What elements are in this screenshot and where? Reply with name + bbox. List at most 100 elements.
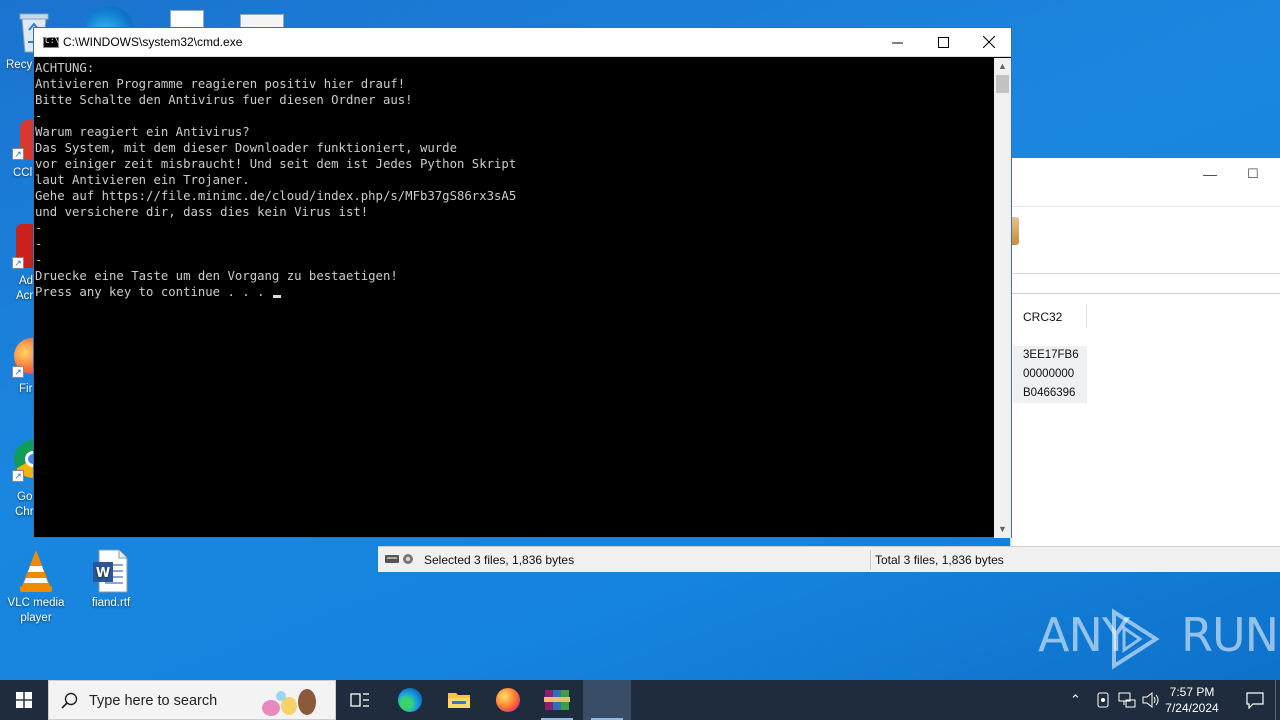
clock-time: 7:57 PM bbox=[1169, 685, 1215, 699]
desktop-icon-document-1[interactable] bbox=[170, 10, 204, 28]
cmd-app-icon[interactable] bbox=[43, 36, 59, 48]
desktop-icon-label-chrome-1: Go bbox=[17, 491, 33, 503]
winrar-icon bbox=[544, 690, 570, 710]
desktop-icon-document-2[interactable] bbox=[240, 14, 284, 28]
cmd-window[interactable]: C:\WINDOWS\system32\cmd.exe ACHTUNG: Anti… bbox=[33, 27, 1012, 538]
edge-icon bbox=[86, 6, 134, 28]
console-line: Warum reagiert ein Antivirus? bbox=[35, 125, 250, 139]
start-button[interactable] bbox=[0, 680, 48, 720]
action-center-device-icon[interactable] bbox=[1096, 692, 1110, 708]
minimize-icon bbox=[891, 42, 903, 43]
desktop-icon-vlc[interactable]: VLC media player bbox=[0, 548, 72, 626]
console-line: Press any key to continue . . . bbox=[35, 285, 272, 299]
search-icon bbox=[61, 692, 78, 709]
svg-text:W: W bbox=[96, 566, 110, 581]
console-prompt-line: Press any key to continue . . . bbox=[35, 284, 994, 300]
desktop-icon-label-chrome-2: Chr bbox=[15, 506, 34, 518]
list-item[interactable]: B0466396 bbox=[1013, 384, 1087, 403]
desktop-icon-label-acrobat-2: Acr bbox=[16, 290, 34, 302]
network-icon[interactable] bbox=[1118, 692, 1136, 708]
console-line: Das System, mit dem dieser Downloader fu… bbox=[35, 141, 457, 155]
shortcut-arrow-icon: ↗ bbox=[12, 366, 24, 378]
file-list: 3EE17FB6 00000000 B0466396 bbox=[1013, 346, 1087, 403]
anyrun-watermark: ANY RUN bbox=[1038, 608, 1279, 670]
show-hidden-icons-chevron-icon[interactable]: ⌃ bbox=[1070, 692, 1081, 708]
console-line: Antivieren Programme reagieren positiv h… bbox=[35, 77, 406, 91]
shortcut-arrow-icon: ↗ bbox=[12, 470, 24, 482]
show-desktop-button[interactable] bbox=[1275, 680, 1280, 720]
taskbar-search-box[interactable]: Type here to search bbox=[48, 680, 336, 720]
task-view-icon bbox=[350, 693, 369, 707]
windows-logo-icon bbox=[16, 692, 32, 708]
maximize-button[interactable] bbox=[920, 28, 966, 56]
archive-status-bar: Selected 3 files, 1,836 bytes Total 3 fi… bbox=[378, 546, 1280, 572]
console-line: Gehe auf https://file.minimc.de/cloud/in… bbox=[35, 189, 517, 203]
minimize-button[interactable] bbox=[874, 28, 920, 56]
list-item[interactable]: 00000000 bbox=[1013, 365, 1087, 384]
clock-date: 7/24/2024 bbox=[1165, 701, 1219, 715]
taskbar-cmd[interactable] bbox=[583, 680, 631, 720]
console-line: vor einiger zeit misbraucht! Und seit de… bbox=[35, 157, 517, 171]
console-line: - bbox=[35, 237, 43, 251]
taskbar-firefox[interactable] bbox=[484, 680, 532, 720]
console-line: - bbox=[35, 109, 43, 123]
play-logo-icon bbox=[1112, 608, 1160, 670]
console-line: - bbox=[35, 221, 43, 235]
scrollbar-thumb[interactable] bbox=[996, 75, 1009, 93]
firefox-icon bbox=[496, 688, 520, 712]
cmd-window-title: C:\WINDOWS\system32\cmd.exe bbox=[63, 35, 243, 49]
minimize-icon[interactable]: — bbox=[1203, 166, 1217, 182]
desktop-icon-label-recycle-bin: Recy bbox=[6, 59, 33, 71]
status-total: Total 3 files, 1,836 bytes bbox=[875, 553, 1004, 567]
shortcut-arrow-icon: ↗ bbox=[12, 148, 24, 160]
console-output[interactable]: ACHTUNG: Antivieren Programme reagieren p… bbox=[34, 58, 994, 538]
console-line: Druecke eine Taste um den Vorgang zu bes… bbox=[35, 269, 398, 283]
text-cursor bbox=[272, 295, 281, 298]
desktop-icon-label-acrobat-1: Ad bbox=[19, 275, 34, 287]
edge-icon bbox=[398, 688, 422, 712]
taskbar-clock[interactable]: 7:57 PM 7/24/2024 bbox=[1162, 684, 1222, 716]
console-line: - bbox=[35, 253, 43, 267]
console-line: und versichere dir, dass dies kein Virus… bbox=[35, 205, 369, 219]
scroll-up-arrow-icon[interactable]: ▲ bbox=[994, 58, 1011, 75]
shortcut-arrow-icon: ↗ bbox=[12, 257, 24, 269]
console-line: ACHTUNG: bbox=[35, 61, 95, 75]
cmd-titlebar[interactable]: C:\WINDOWS\system32\cmd.exe bbox=[34, 28, 1011, 57]
taskbar: Type here to search ⌃ 7:57 PM 7/24/2024 bbox=[0, 680, 1280, 720]
taskbar-edge[interactable] bbox=[386, 680, 434, 720]
folder-icon bbox=[448, 693, 470, 708]
status-selected: Selected 3 files, 1,836 bytes bbox=[424, 553, 575, 567]
toolbar-tool-icon[interactable] bbox=[1011, 217, 1019, 245]
archive-window-titlebar[interactable]: — ☐ bbox=[1011, 158, 1280, 206]
list-item[interactable]: 3EE17FB6 bbox=[1013, 346, 1087, 365]
desktop-icon-fiand-rtf[interactable]: W fiand.rtf bbox=[75, 548, 147, 611]
archive-path-bar[interactable] bbox=[1011, 274, 1280, 294]
desktop-icon-label-ccleaner: CCl bbox=[13, 167, 33, 179]
desktop-icon-label-firefox: Fir bbox=[19, 383, 33, 395]
archive-toolbar bbox=[1011, 206, 1280, 274]
scroll-down-arrow-icon[interactable]: ▼ bbox=[994, 521, 1011, 538]
word-document-icon: W bbox=[91, 548, 131, 593]
archive-window[interactable]: — ☐ CRC32 3EE17FB6 00000000 B0466396 bbox=[1010, 158, 1280, 548]
taskbar-winrar[interactable] bbox=[533, 680, 581, 720]
close-button[interactable] bbox=[966, 28, 1012, 56]
search-highlight-illustration-icon bbox=[262, 689, 316, 716]
notifications-icon[interactable] bbox=[1246, 691, 1264, 709]
volume-icon[interactable] bbox=[1142, 692, 1160, 708]
column-header-crc32[interactable]: CRC32 bbox=[1013, 304, 1087, 328]
desktop-icon-label-fiand-rtf: fiand.rtf bbox=[91, 597, 131, 609]
close-icon bbox=[983, 36, 995, 48]
vlc-icon bbox=[16, 548, 56, 592]
taskbar-file-explorer[interactable] bbox=[435, 680, 483, 720]
vertical-scrollbar[interactable]: ▲ ▼ bbox=[994, 58, 1011, 538]
status-divider bbox=[870, 550, 871, 570]
console-line: Bitte Schalte den Antivirus fuer diesen … bbox=[35, 93, 413, 107]
search-placeholder: Type here to search bbox=[89, 693, 218, 709]
system-tray: ⌃ 7:57 PM 7/24/2024 bbox=[1060, 680, 1280, 720]
maximize-icon[interactable]: ☐ bbox=[1247, 166, 1259, 182]
console-line: laut Antivieren ein Trojaner. bbox=[35, 173, 250, 187]
task-view-button[interactable] bbox=[336, 680, 384, 720]
desktop-icon-edge[interactable] bbox=[86, 6, 138, 28]
maximize-icon bbox=[937, 36, 949, 48]
watermark-text-right: RUN bbox=[1180, 608, 1279, 662]
